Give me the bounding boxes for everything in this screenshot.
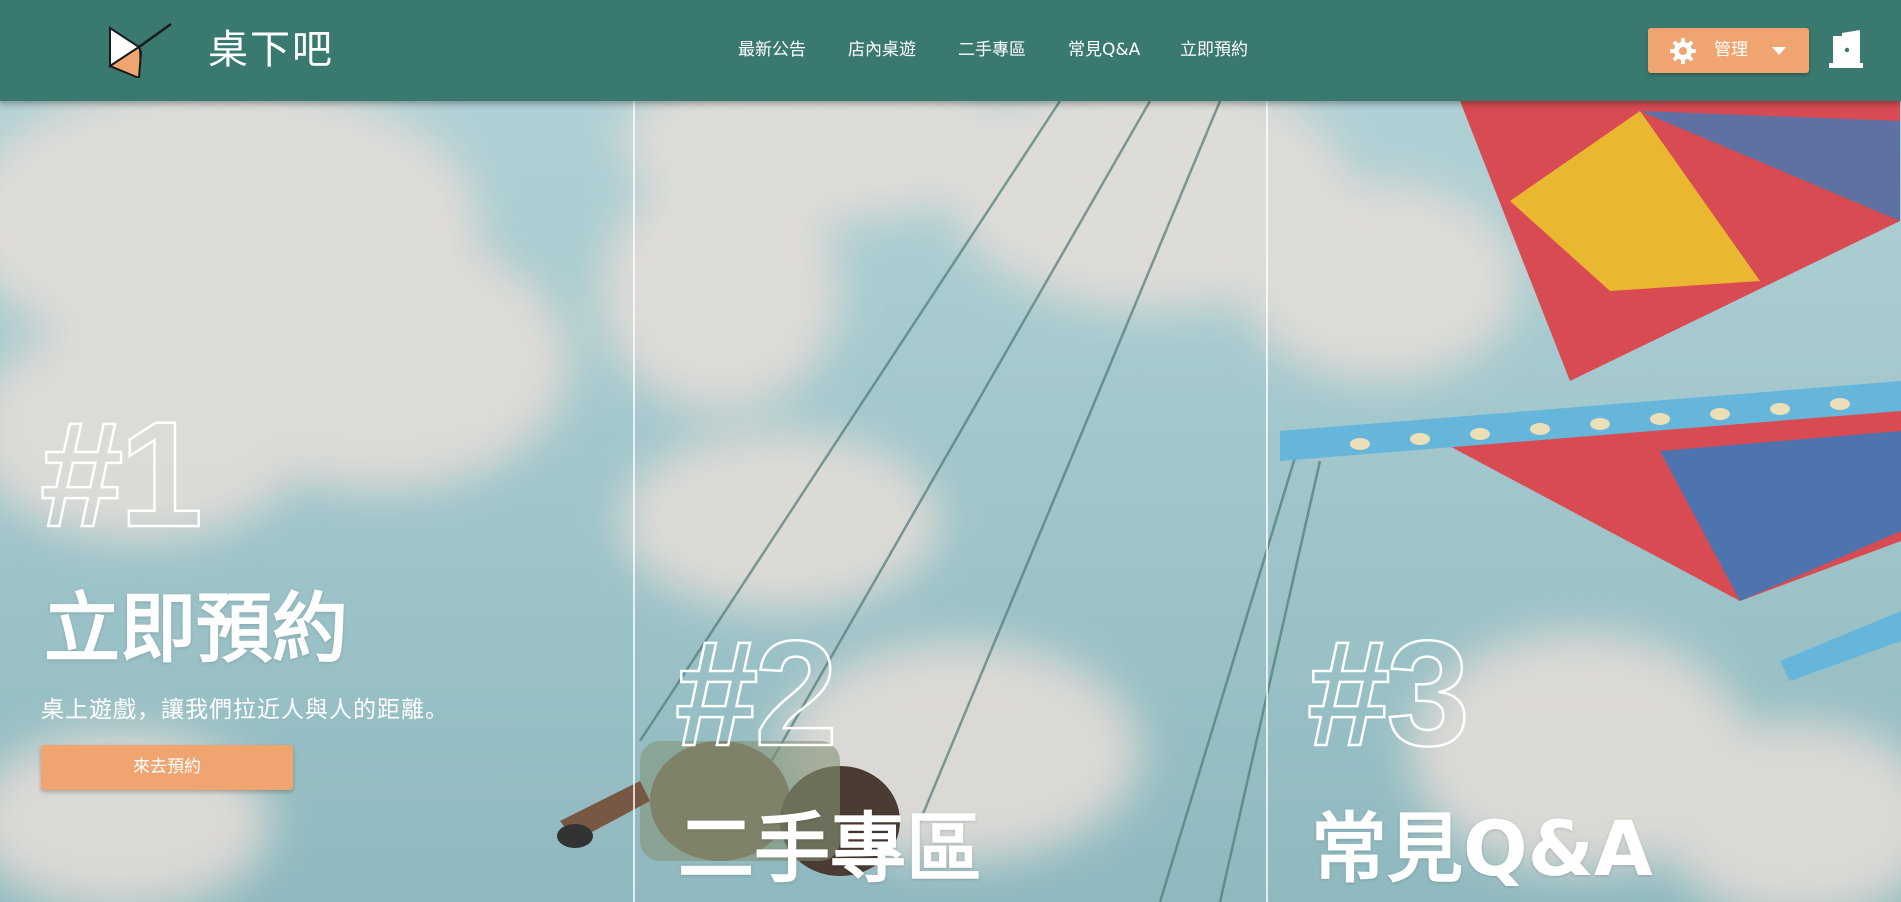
caret-down-icon [1772,47,1786,55]
nav-item-reserve[interactable]: 立即預約 [1180,34,1248,66]
top-navbar: 桌下吧 最新公告 店內桌遊 二手專區 常見Q&A 立即預約 管理 [0,0,1901,101]
nav-item-board-games[interactable]: 店內桌遊 [848,34,916,66]
hero-section: #1 立即預約 桌上遊戲，讓我們拉近人與人的距離。 來去預約 #2 二手專區 #… [0,101,1901,902]
panel-number: #2 [674,609,839,777]
reserve-button[interactable]: 來去預約 [41,745,293,790]
nav-item-faq[interactable]: 常見Q&A [1068,34,1140,66]
admin-dropdown-button[interactable]: 管理 [1648,28,1809,73]
panel-faq[interactable]: #3 常見Q&A [1266,101,1901,902]
panel-subtitle: 桌上遊戲，讓我們拉近人與人的距離。 [41,697,449,723]
panel-reserve: #1 立即預約 桌上遊戲，讓我們拉近人與人的距離。 來去預約 [0,101,633,902]
panel-title: 立即預約 [44,584,348,673]
main-nav: 最新公告 店內桌遊 二手專區 常見Q&A 立即預約 [0,34,1901,66]
panel-title: 常見Q&A [1311,804,1653,893]
panel-number: #3 [1306,609,1471,777]
panel-number: #1 [39,390,204,558]
nav-item-second-hand[interactable]: 二手專區 [958,34,1026,66]
panel-second-hand[interactable]: #2 二手專區 [633,101,1266,902]
gear-icon [1670,38,1696,64]
door-exit-icon[interactable] [1827,30,1865,70]
nav-item-announcements[interactable]: 最新公告 [738,34,806,66]
admin-button-label: 管理 [1714,40,1748,60]
panel-title: 二手專區 [678,804,982,893]
